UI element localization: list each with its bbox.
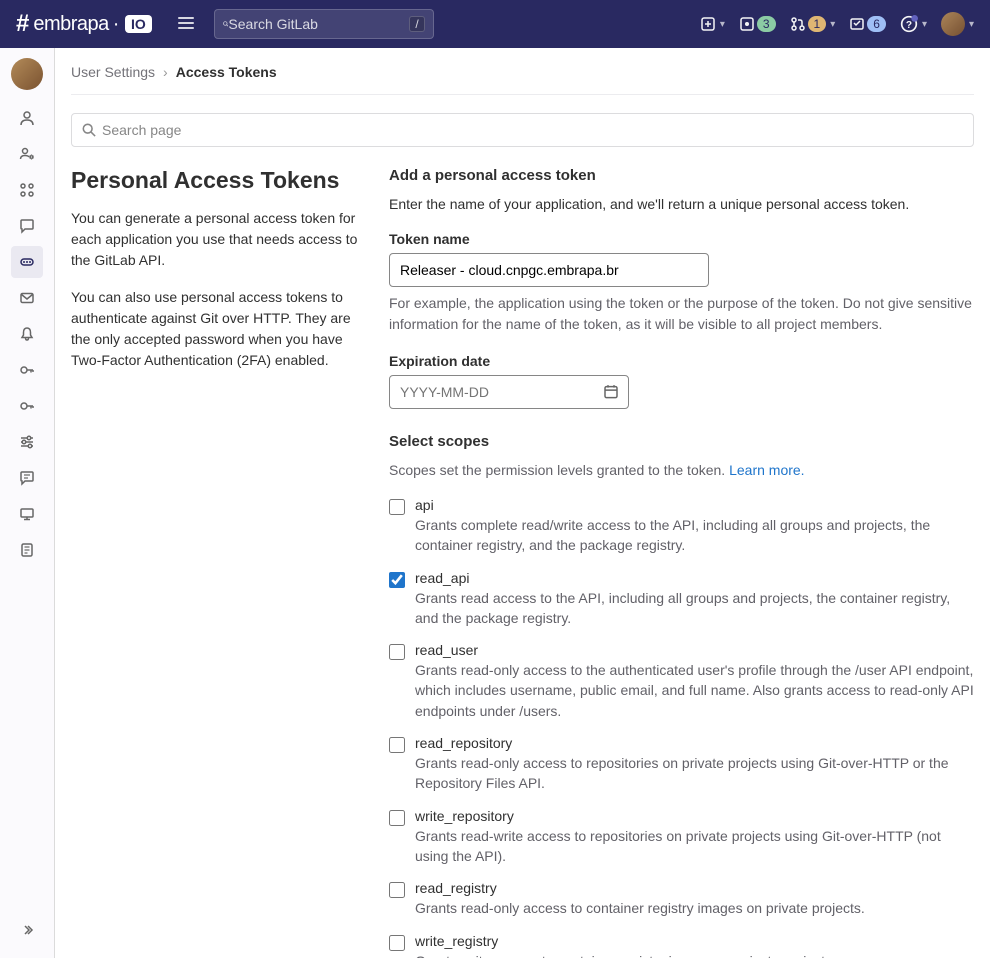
hamburger-icon[interactable] (178, 15, 194, 34)
form-column: Add a personal access token Enter the na… (389, 167, 974, 958)
sidebar-item-emails[interactable] (11, 282, 43, 314)
avatar (941, 12, 965, 36)
scope-checkbox-write_repository[interactable] (389, 810, 405, 826)
scope-checkbox-api[interactable] (389, 499, 405, 515)
scope-read_registry: read_registry Grants read-only access to … (389, 880, 974, 918)
scope-desc: Grants read-only access to repositories … (415, 753, 974, 794)
chevron-right-icon: › (163, 64, 168, 80)
issues-link[interactable]: 3 (739, 16, 776, 32)
scope-checkbox-read_api[interactable] (389, 572, 405, 588)
scope-desc: Grants read-write access to repositories… (415, 826, 974, 867)
expiration-label: Expiration date (389, 353, 974, 369)
page-title: Personal Access Tokens (71, 167, 361, 194)
scope-name: write_registry (415, 933, 974, 949)
left-column: Personal Access Tokens You can generate … (71, 167, 361, 958)
chevron-down-icon: ▾ (922, 19, 927, 30)
sidebar-item-notifications[interactable] (11, 318, 43, 350)
sidebar-item-authentication-log[interactable] (11, 534, 43, 566)
sidebar-avatar[interactable] (11, 58, 43, 90)
scope-read_user: read_user Grants read-only access to the … (389, 642, 974, 721)
search-shortcut: / (409, 16, 424, 32)
sidebar-item-applications[interactable] (11, 174, 43, 206)
logo-dot: · (113, 13, 119, 36)
token-name-label: Token name (389, 231, 974, 247)
scope-write_repository: write_repository Grants read-write access… (389, 808, 974, 867)
sidebar-item-chat[interactable] (11, 210, 43, 242)
scope-api: api Grants complete read/write access to … (389, 497, 974, 556)
token-name-help: For example, the application using the t… (389, 293, 974, 335)
issues-badge: 3 (757, 16, 776, 32)
scope-desc: Grants read access to the API, including… (415, 588, 974, 629)
chevron-down-icon: ▾ (830, 19, 835, 30)
scope-checkbox-read_repository[interactable] (389, 737, 405, 753)
scope-desc: Grants complete read/write access to the… (415, 515, 974, 556)
scopes-title: Select scopes (389, 433, 974, 450)
learn-more-link[interactable]: Learn more. (729, 462, 804, 478)
add-token-title: Add a personal access token (389, 167, 974, 184)
scope-checkbox-read_registry[interactable] (389, 882, 405, 898)
scope-name: read_api (415, 570, 974, 586)
scope-name: api (415, 497, 974, 513)
chevron-down-icon: ▾ (969, 19, 974, 30)
scope-desc: Grants write access to container registr… (415, 951, 974, 958)
breadcrumb-current: Access Tokens (176, 64, 277, 80)
scope-desc: Grants read-only access to the authentic… (415, 660, 974, 721)
todo-icon (849, 16, 865, 32)
sidebar-item-profile[interactable] (11, 102, 43, 134)
scope-write_registry: write_registry Grants write access to con… (389, 933, 974, 958)
todos-badge: 6 (867, 16, 886, 32)
logo-hash: # (16, 10, 29, 38)
sidebar-collapse[interactable] (11, 914, 43, 946)
sidebar-item-ssh-keys[interactable] (11, 354, 43, 386)
topbar-right: ▾ 3 1 ▾ 6 ? ▾ ▾ (700, 12, 974, 36)
scope-name: write_repository (415, 808, 974, 824)
page-search[interactable] (71, 113, 974, 147)
scopes-list: api Grants complete read/write access to … (389, 497, 974, 958)
mr-badge: 1 (808, 16, 827, 32)
scope-read_repository: read_repository Grants read-only access t… (389, 735, 974, 794)
plus-icon (700, 16, 716, 32)
issue-icon (739, 16, 755, 32)
sidebar-item-comment-templates[interactable] (11, 462, 43, 494)
logo-badge: IO (125, 15, 152, 33)
page-description-2: You can also use personal access tokens … (71, 287, 361, 371)
sidebar (0, 48, 55, 958)
svg-text:?: ? (906, 20, 912, 31)
breadcrumb-parent[interactable]: User Settings (71, 64, 155, 80)
scope-checkbox-write_registry[interactable] (389, 935, 405, 951)
page-search-input[interactable] (102, 122, 963, 138)
sidebar-item-access-tokens[interactable] (11, 246, 43, 278)
sidebar-item-active-sessions[interactable] (11, 498, 43, 530)
scope-name: read_repository (415, 735, 974, 751)
main-content: User Settings › Access Tokens Personal A… (55, 48, 990, 958)
chevron-down-icon: ▾ (720, 19, 725, 30)
logo-text: embrapa (33, 13, 108, 36)
scope-checkbox-read_user[interactable] (389, 644, 405, 660)
sidebar-item-preferences[interactable] (11, 426, 43, 458)
scope-name: read_registry (415, 880, 974, 896)
topbar: # embrapa · IO / ▾ 3 1 ▾ 6 ? ▾ (0, 0, 990, 48)
sidebar-item-account[interactable] (11, 138, 43, 170)
user-menu[interactable]: ▾ (941, 12, 974, 36)
todos-link[interactable]: 6 (849, 16, 886, 32)
breadcrumb: User Settings › Access Tokens (71, 64, 974, 95)
merge-requests-menu[interactable]: 1 ▾ (790, 16, 836, 32)
scope-read_api: read_api Grants read access to the API, i… (389, 570, 974, 629)
page-description-1: You can generate a personal access token… (71, 208, 361, 271)
scopes-desc: Scopes set the permission levels granted… (389, 460, 974, 481)
global-search[interactable]: / (214, 9, 434, 39)
sidebar-item-gpg-keys[interactable] (11, 390, 43, 422)
scope-desc: Grants read-only access to container reg… (415, 898, 974, 918)
global-search-input[interactable] (228, 16, 409, 32)
scope-name: read_user (415, 642, 974, 658)
help-icon: ? (900, 15, 918, 33)
help-menu[interactable]: ? ▾ (900, 15, 927, 33)
add-token-desc: Enter the name of your application, and … (389, 194, 974, 215)
search-icon (82, 123, 96, 137)
expiration-input[interactable] (389, 375, 629, 409)
new-menu[interactable]: ▾ (700, 16, 725, 32)
merge-request-icon (790, 16, 806, 32)
logo[interactable]: # embrapa · IO (16, 10, 152, 38)
token-name-input[interactable] (389, 253, 709, 287)
